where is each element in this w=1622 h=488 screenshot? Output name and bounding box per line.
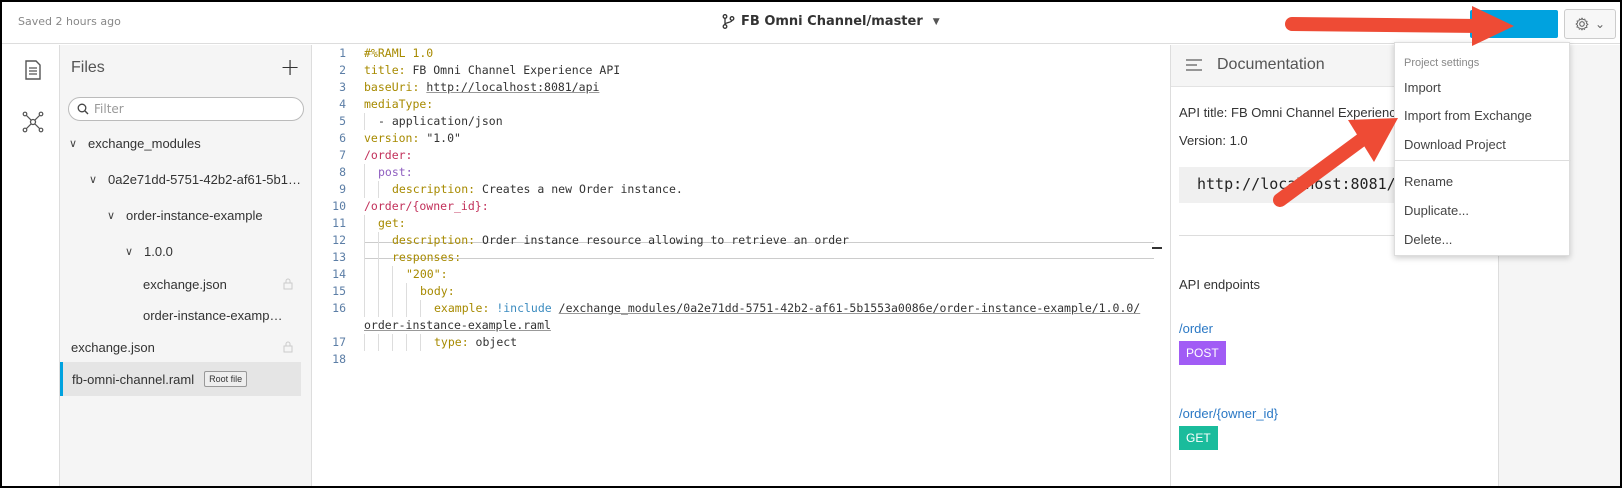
git-branch-icon	[722, 14, 735, 29]
tree-item-label: exchange.json	[71, 339, 155, 355]
code-line: 12 description: Order instance resource a…	[332, 232, 849, 249]
code-line: 4 mediaType:	[339, 97, 434, 111]
tree-file-exchange-json-nested[interactable]: exchange.json	[143, 267, 303, 301]
code-line: 15 body:	[332, 283, 455, 300]
root-file-badge: Root file	[204, 371, 248, 387]
menu-item-duplicate[interactable]: Duplicate...	[1404, 203, 1469, 218]
tree-folder-order-instance-example[interactable]: ∨ order-instance-example	[107, 198, 307, 232]
chevron-down-icon: ∨	[125, 245, 134, 258]
documentation-title: Documentation	[1217, 56, 1325, 73]
tree-item-label: fb-omni-channel.raml	[72, 371, 195, 387]
tree-file-fb-omni-channel-raml[interactable]: fb-omni-channel.raml Root file	[60, 362, 301, 396]
chevron-down-icon: ▼	[932, 16, 940, 27]
gear-icon	[1575, 17, 1589, 31]
method-badge-get[interactable]: GET	[1179, 426, 1218, 450]
menu-item-download-project[interactable]: Download Project	[1404, 137, 1506, 152]
tree-folder-uuid[interactable]: ∨ 0a2e71dd-5751-42b2-af61-5b1…	[89, 162, 309, 196]
files-panel: Files + ∨ exchange_modules ∨ 0a2e71dd-57…	[60, 45, 312, 486]
menu-divider	[1395, 160, 1571, 161]
chevron-down-icon: ∨	[107, 209, 116, 222]
lock-icon	[283, 341, 293, 353]
tree-folder-exchange-modules[interactable]: ∨ exchange_modules	[69, 126, 309, 160]
saved-status: Saved 2 hours ago	[18, 15, 121, 28]
tree-item-label: 1.0.0	[144, 243, 173, 259]
menu-heading: Project settings	[1404, 57, 1480, 69]
filter-field[interactable]	[68, 97, 304, 121]
menu-item-import-from-exchange[interactable]: Import from Exchange	[1404, 108, 1532, 123]
tree-folder-version[interactable]: ∨ 1.0.0	[125, 234, 305, 268]
chevron-down-icon: ∨	[69, 137, 78, 150]
code-line: 2 title: FB Omni Channel Experience API	[339, 63, 621, 77]
code-line: 1 #%RAML 1.0	[339, 46, 434, 60]
files-title: Files	[71, 59, 105, 76]
code-line: 3 baseUri: http://localhost:8081/api	[339, 80, 600, 94]
code-line: 18	[332, 352, 346, 366]
add-file-button[interactable]: +	[280, 53, 300, 81]
project-branch-label: FB Omni Channel/master	[741, 14, 923, 29]
code-line: 11 get:	[332, 215, 406, 232]
endpoints-heading: API endpoints	[1179, 277, 1260, 292]
top-bar: Saved 2 hours ago FB Omni Channel/master…	[2, 2, 1620, 44]
code-line: 16 example: !include /exchange_modules/0a…	[332, 300, 1141, 317]
list-icon[interactable]	[1185, 57, 1203, 73]
code-line: 14 "200":	[332, 266, 448, 283]
api-title: API title: FB Omni Channel Experience AP…	[1179, 105, 1427, 120]
chevron-down-icon: ∨	[89, 173, 98, 186]
publish-button[interactable]	[1470, 10, 1558, 38]
project-settings-button[interactable]: ⌄	[1564, 9, 1616, 39]
tree-file-exchange-json[interactable]: exchange.json	[71, 330, 303, 364]
code-line: 17 type: object	[332, 334, 518, 351]
lock-icon	[283, 278, 293, 290]
project-branch-selector[interactable]: FB Omni Channel/master ▼	[722, 14, 940, 29]
method-badge-post[interactable]: POST	[1179, 341, 1226, 365]
search-icon	[77, 103, 89, 115]
code-line: 6 version: "1.0"	[339, 131, 461, 145]
tree-file-order-instance-example-raml[interactable]: order-instance-examp…	[143, 298, 303, 332]
code-editor[interactable]: 1 #%RAML 1.0 2 title: FB Omni Channel Expe…	[312, 45, 1170, 486]
file-icon[interactable]	[22, 59, 44, 81]
endpoint-link-order-owner-id[interactable]: /order/{owner_id}	[1179, 406, 1278, 421]
tree-item-label: exchange.json	[143, 276, 227, 292]
tree-item-label: exchange_modules	[88, 135, 201, 151]
app-window: Saved 2 hours ago FB Omni Channel/master…	[0, 0, 1622, 488]
project-settings-menu: Project settings Import Import from Exch…	[1394, 42, 1571, 256]
tree-item-label: order-instance-example	[126, 207, 263, 223]
menu-item-delete[interactable]: Delete...	[1404, 232, 1452, 247]
menu-item-rename[interactable]: Rename	[1404, 174, 1453, 189]
code-line: order-instance-example.raml	[364, 318, 551, 332]
tree-item-label: order-instance-examp…	[143, 307, 283, 323]
code-line: 5- application/json	[339, 113, 503, 130]
tree-item-label: 0a2e71dd-5751-42b2-af61-5b1…	[108, 171, 301, 187]
api-graph-icon[interactable]	[22, 111, 44, 133]
chevron-down-icon: ⌄	[1594, 17, 1606, 31]
code-line: 9 description: Creates a new Order instan…	[339, 181, 683, 198]
code-line: 13 responses:	[332, 249, 462, 266]
code-line: 10/order/{owner_id}:	[332, 199, 489, 213]
code-line: 7/order:	[339, 148, 413, 162]
endpoint-link-order[interactable]: /order	[1179, 321, 1213, 336]
left-icon-rail	[2, 45, 60, 486]
menu-item-import[interactable]: Import	[1404, 80, 1441, 95]
filter-input[interactable]	[94, 102, 294, 116]
api-version: Version: 1.0	[1179, 133, 1248, 148]
code-line: 8 post:	[339, 164, 413, 181]
